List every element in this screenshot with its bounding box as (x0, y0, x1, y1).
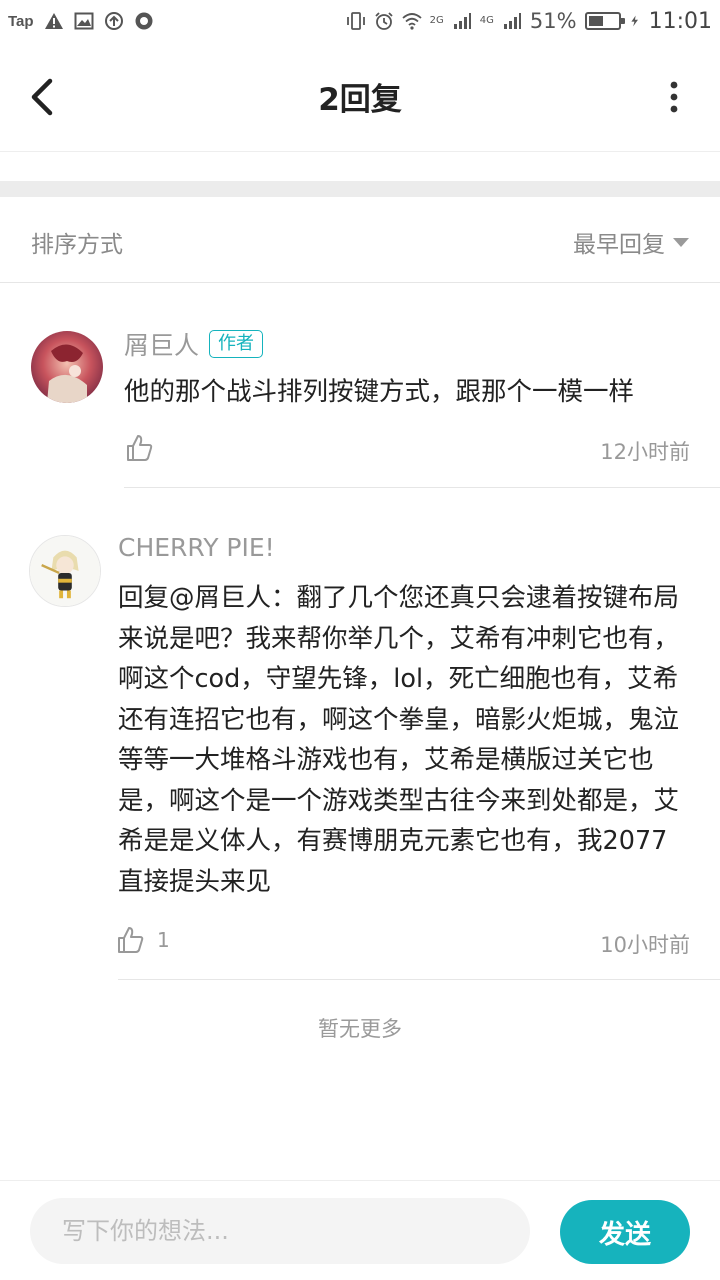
comment-input[interactable] (30, 1198, 530, 1264)
comment-item: CHERRY PIE! 回复@屑巨人：翻了几个您还真只会逮着按键布局来说是吧？我… (0, 488, 720, 980)
section-divider (0, 181, 720, 197)
like-button[interactable] (124, 433, 166, 463)
comment-text: 回复@屑巨人：翻了几个您还真只会逮着按键布局来说是吧？我来帮你举几个，艾希有冲刺… (118, 583, 680, 897)
like-button[interactable]: 1 (115, 925, 170, 955)
signal-icon (503, 13, 521, 29)
caret-down-icon (673, 237, 689, 247)
send-button[interactable]: 发送 (560, 1200, 690, 1264)
more-vertical-icon[interactable] (664, 78, 684, 118)
comment-item: 屑巨人 作者 他的那个战斗排列按键方式，跟那个一模一样 12小时前 (0, 283, 720, 488)
thumbs-up-icon (118, 927, 144, 953)
status-bar-left: Tap (8, 11, 154, 31)
comment-username[interactable]: 屑巨人 (124, 326, 199, 362)
author-badge: 作者 (209, 330, 264, 358)
comment-username-row: 屑巨人 作者 (124, 326, 264, 362)
sort-dropdown[interactable]: 最早回复 (573, 225, 689, 259)
network-2g-label: 2G (429, 15, 444, 26)
status-bar-right: 2G 4G 51% 11:01 (346, 9, 712, 34)
comment-time: 12小时前 (600, 440, 690, 464)
warning-icon (44, 13, 63, 29)
page-title: 2回复 (318, 82, 402, 118)
avatar[interactable] (29, 535, 101, 607)
charging-bolt-icon (630, 15, 638, 27)
comment-divider (118, 979, 720, 980)
like-count: 1 (157, 928, 170, 952)
chat-bubble-icon (135, 12, 153, 30)
image-icon (74, 12, 94, 30)
no-more-label: 暂无更多 (318, 1017, 402, 1041)
comment-time: 10小时前 (600, 933, 690, 957)
alarm-icon (375, 12, 393, 30)
sort-label: 排序方式 (31, 232, 123, 258)
sort-bar: 排序方式 最早回复 (0, 197, 720, 283)
comment-composer: 发送 (0, 1180, 720, 1280)
status-bar: Tap 2G 4G 51% 11:01 (0, 0, 720, 42)
top-app-bar: 2回复 (0, 42, 720, 152)
vibrate-icon (346, 12, 365, 30)
battery-icon (584, 12, 625, 30)
clock: 11:01 (648, 8, 712, 34)
comment-username-row: CHERRY PIE! (118, 533, 275, 562)
avatar[interactable] (31, 331, 103, 403)
sort-selected-value: 最早回复 (573, 232, 665, 258)
comment-username[interactable]: CHERRY PIE! (118, 533, 275, 562)
comment-text: 他的那个战斗排列按键方式，跟那个一模一样 (124, 377, 635, 407)
network-4g-label: 4G (479, 15, 494, 26)
sync-icon (104, 12, 123, 30)
wifi-icon (402, 13, 422, 30)
thumbs-up-icon (127, 435, 153, 461)
signal-icon (453, 13, 471, 29)
tap-app-icon: Tap (8, 12, 34, 30)
battery-level-fill (588, 16, 603, 26)
battery-percent: 51% (529, 9, 577, 33)
